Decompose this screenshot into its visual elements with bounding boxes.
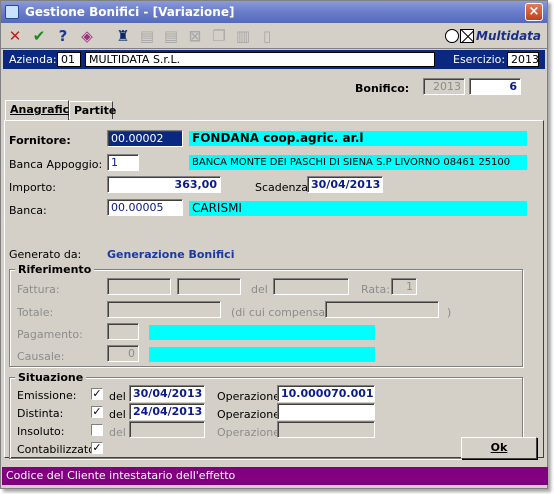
insoluto-checkbox[interactable] bbox=[91, 424, 103, 436]
importo-field[interactable]: 363,00 bbox=[107, 176, 221, 193]
distinta-date-field[interactable]: 24/04/2013 bbox=[129, 403, 205, 420]
pagamento-description bbox=[149, 325, 375, 340]
scadenza-label: Scadenza: bbox=[255, 181, 312, 194]
tab-partite-label: Partite bbox=[74, 104, 117, 117]
causale-description bbox=[149, 347, 375, 362]
toolbar: ✕ ✔ ? ◈ ♜ ▤ ▤ ⊠ ❐ ▥ ▯ Multidata bbox=[1, 23, 547, 49]
status-bar: Codice del Cliente intestatario dell'eff… bbox=[2, 467, 548, 485]
fattura-field-2 bbox=[177, 278, 241, 295]
logo-circle-icon bbox=[445, 29, 460, 43]
tab-partite[interactable]: Partite bbox=[69, 101, 117, 119]
banca-appoggio-name-display: BANCA MONTE DEI PASCHI DI SIENA S.P LIVO… bbox=[189, 155, 527, 170]
azienda-code: 01 bbox=[57, 52, 81, 67]
fornitore-name-display: FONDANA coop.agric. ar.l bbox=[189, 131, 527, 146]
esercizio-value: 2013 bbox=[507, 52, 539, 67]
emissione-del-label: del bbox=[109, 390, 126, 403]
generato-da-label: Generato da: bbox=[9, 248, 82, 261]
scadenza-field[interactable]: 30/04/2013 bbox=[307, 176, 383, 193]
situazione-title: Situazione bbox=[15, 371, 87, 384]
fattura-date-field bbox=[273, 278, 349, 295]
close-button[interactable]: × bbox=[525, 3, 543, 21]
help-icon[interactable]: ? bbox=[53, 26, 73, 46]
emissione-operazione-field[interactable]: 10.000070.001 bbox=[277, 385, 375, 402]
compensato-close-paren: ) bbox=[447, 306, 452, 319]
confirm-icon[interactable]: ✔ bbox=[29, 26, 49, 46]
distinta-operazione-field[interactable] bbox=[277, 403, 375, 420]
banca-name-display: CARISMI bbox=[189, 201, 527, 216]
insoluto-label: Insoluto: bbox=[17, 425, 65, 438]
distinta-checkbox[interactable]: ✓ bbox=[91, 406, 103, 418]
paste-icon[interactable]: ▥ bbox=[233, 26, 253, 46]
bonifico-label: Bonifico: bbox=[355, 82, 410, 95]
company-bar: Azienda: 01 MULTIDATA S.r.L. Esercizio: … bbox=[3, 50, 545, 69]
binoculars-icon[interactable]: ♜ bbox=[113, 26, 133, 46]
insoluto-operazione-label: Operazione: bbox=[217, 426, 284, 439]
banca-code-field[interactable]: 00.00005 bbox=[107, 199, 183, 216]
rata-field: 1 bbox=[391, 278, 417, 295]
fornitore-label: Fornitore: bbox=[9, 134, 71, 147]
rata-label: Rata: bbox=[361, 283, 390, 296]
causale-code-field: 0 bbox=[107, 345, 139, 362]
fattura-field-1 bbox=[107, 278, 171, 295]
first-record-icon[interactable]: ▤ bbox=[137, 26, 157, 46]
emissione-operazione-label: Operazione: bbox=[217, 390, 284, 403]
ok-button-label: Ok bbox=[490, 441, 508, 454]
insoluto-del-label: del bbox=[109, 426, 126, 439]
multidata-logo: Multidata bbox=[445, 27, 541, 45]
contabilizzato-checkbox[interactable]: ✓ bbox=[91, 442, 103, 454]
window-title: Gestione Bonifici - [Variazione] bbox=[25, 5, 235, 19]
fattura-label: Fattura: bbox=[17, 283, 60, 296]
causale-label: Causale: bbox=[17, 350, 65, 363]
generato-da-value: Generazione Bonifici bbox=[107, 248, 235, 261]
compensato-label: (di cui compensato: bbox=[231, 306, 340, 319]
status-text: Codice del Cliente intestatario dell'eff… bbox=[6, 469, 236, 482]
compensato-field bbox=[325, 301, 439, 318]
distinta-operazione-label: Operazione: bbox=[217, 408, 284, 421]
fornitore-code-field[interactable]: 00.00002 bbox=[107, 130, 183, 147]
insoluto-operazione-field bbox=[277, 421, 375, 438]
emissione-label: Emissione: bbox=[17, 389, 77, 402]
totale-label: Totale: bbox=[17, 306, 54, 319]
azienda-name: MULTIDATA S.r.L. bbox=[85, 52, 435, 67]
emissione-checkbox[interactable]: ✓ bbox=[91, 388, 103, 400]
insoluto-date-field bbox=[129, 421, 205, 438]
emissione-date-field[interactable]: 30/04/2013 bbox=[129, 385, 205, 402]
fattura-del-label: del bbox=[251, 283, 268, 296]
tab-anagrafica[interactable]: Anagrafica bbox=[5, 100, 77, 120]
delete-record-icon[interactable]: ⊠ bbox=[185, 26, 205, 46]
contabilizzato-label: Contabilizzato: bbox=[17, 443, 99, 456]
pagamento-code-field bbox=[107, 323, 139, 340]
importo-label: Importo: bbox=[9, 181, 56, 194]
banca-label: Banca: bbox=[9, 204, 47, 217]
logo-cross-icon bbox=[460, 29, 475, 43]
ok-button[interactable]: Ok bbox=[461, 437, 537, 459]
banca-appoggio-code-field[interactable]: 1 bbox=[107, 154, 139, 171]
new-document-icon[interactable]: ▯ bbox=[257, 26, 277, 46]
app-icon bbox=[5, 5, 19, 19]
bonifico-numero-field[interactable]: 6 bbox=[469, 78, 521, 95]
totale-field bbox=[107, 301, 221, 318]
tag-icon[interactable]: ◈ bbox=[77, 26, 97, 46]
title-bar[interactable]: Gestione Bonifici - [Variazione] × bbox=[1, 1, 547, 23]
bonifico-anno-field: 2013 bbox=[423, 78, 465, 95]
logo-text: Multidata bbox=[476, 29, 541, 43]
tab-anagrafica-label: Anagrafica bbox=[10, 103, 77, 116]
esercizio-label: Esercizio: bbox=[453, 53, 506, 66]
riferimento-title: Riferimento bbox=[15, 263, 95, 276]
cancel-icon[interactable]: ✕ bbox=[5, 26, 25, 46]
prev-record-icon[interactable]: ▤ bbox=[161, 26, 181, 46]
azienda-label: Azienda: bbox=[9, 53, 57, 66]
distinta-label: Distinta: bbox=[17, 407, 64, 420]
pagamento-label: Pagamento: bbox=[17, 328, 83, 341]
copy-icon[interactable]: ❐ bbox=[209, 26, 229, 46]
main-window: Gestione Bonifici - [Variazione] × ✕ ✔ ?… bbox=[0, 0, 548, 489]
distinta-del-label: del bbox=[109, 408, 126, 421]
banca-appoggio-label: Banca Appoggio: bbox=[9, 158, 103, 171]
